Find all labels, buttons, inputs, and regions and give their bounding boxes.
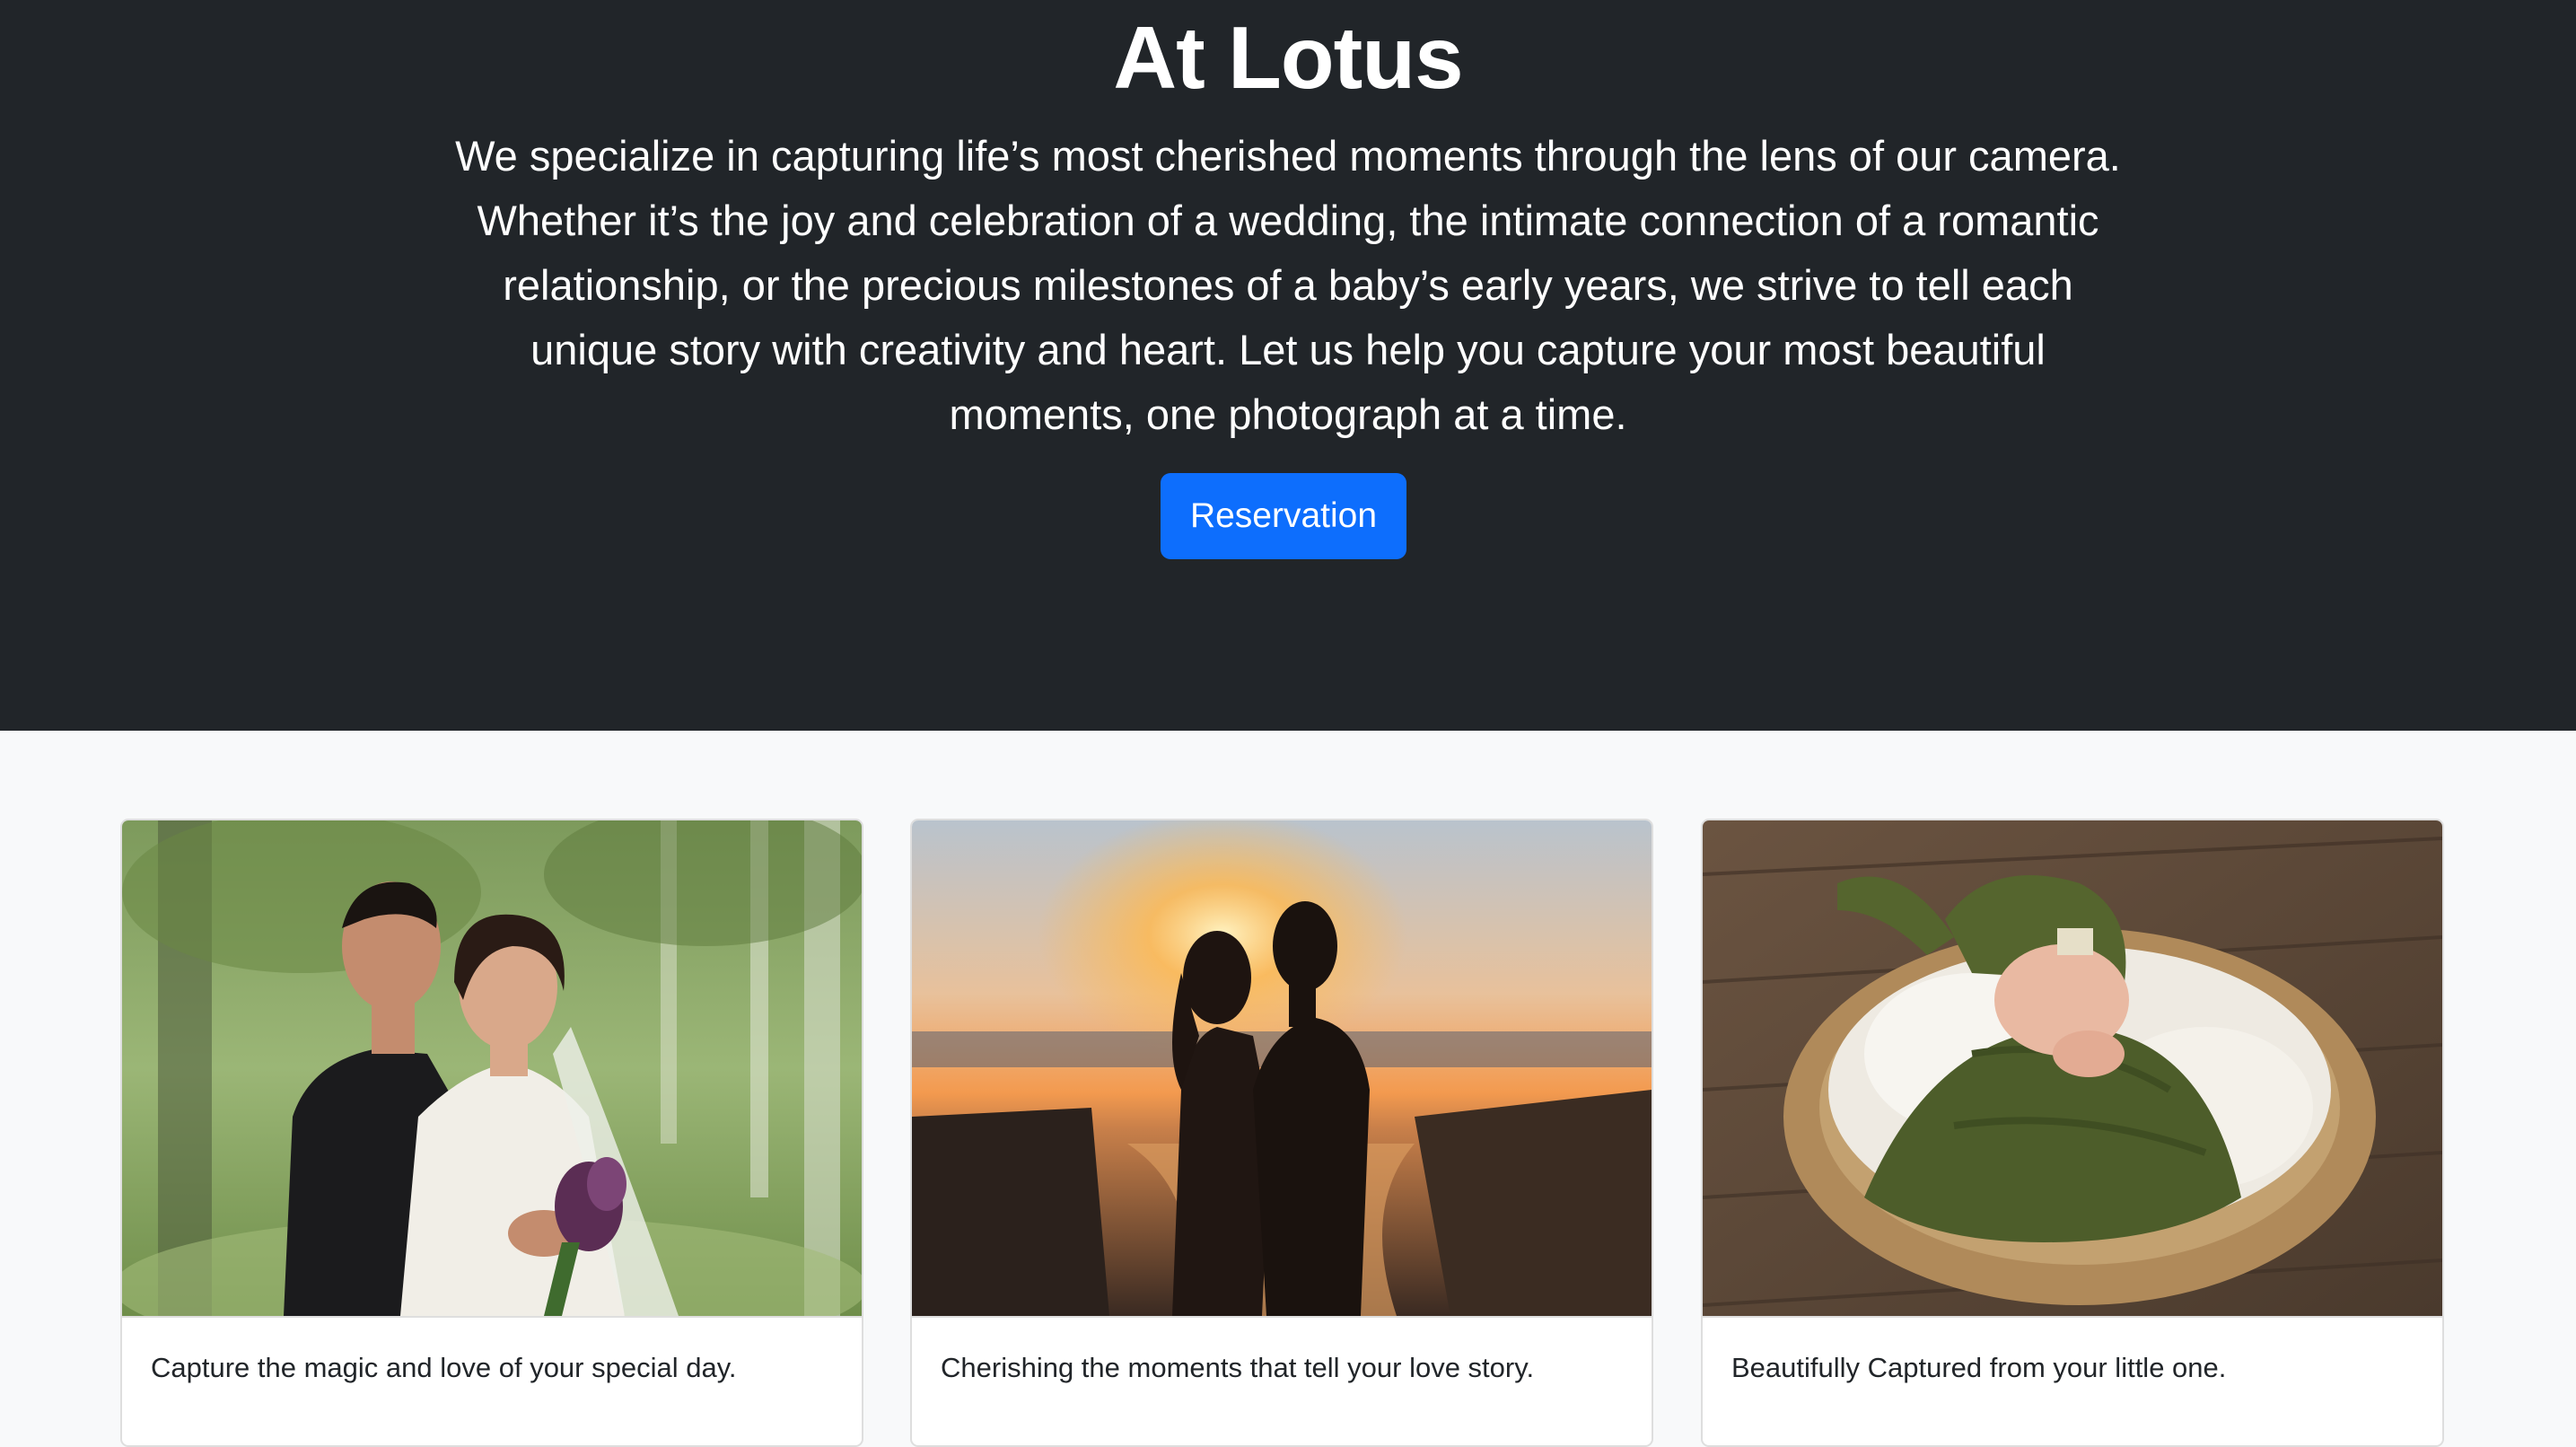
card-caption: Capture the magic and love of your speci… xyxy=(151,1352,737,1383)
cards-section: Capture the magic and love of your speci… xyxy=(0,731,2576,1447)
couple-sunset-photo xyxy=(912,820,1652,1316)
card-couple[interactable]: Cherishing the moments that tell your lo… xyxy=(910,819,1653,1447)
reservation-button[interactable]: Reservation xyxy=(1161,473,1406,559)
hero-title: At Lotus xyxy=(1113,8,1463,107)
card-body: Cherishing the moments that tell your lo… xyxy=(912,1316,1652,1386)
newborn-photo xyxy=(1703,820,2442,1316)
card-body: Capture the magic and love of your speci… xyxy=(122,1316,862,1386)
card-body: Beautifully Captured from your little on… xyxy=(1703,1316,2442,1386)
card-caption: Cherishing the moments that tell your lo… xyxy=(941,1352,1535,1383)
hero-description: We specialize in capturing life’s most c… xyxy=(455,132,2121,438)
card-wedding[interactable]: Capture the magic and love of your speci… xyxy=(120,819,863,1447)
hero-section: At Lotus We specialize in capturing life… xyxy=(0,0,2576,731)
card-newborn[interactable]: Beautifully Captured from your little on… xyxy=(1701,819,2444,1447)
card-caption: Beautifully Captured from your little on… xyxy=(1731,1352,2227,1383)
wedding-photo xyxy=(122,820,862,1316)
